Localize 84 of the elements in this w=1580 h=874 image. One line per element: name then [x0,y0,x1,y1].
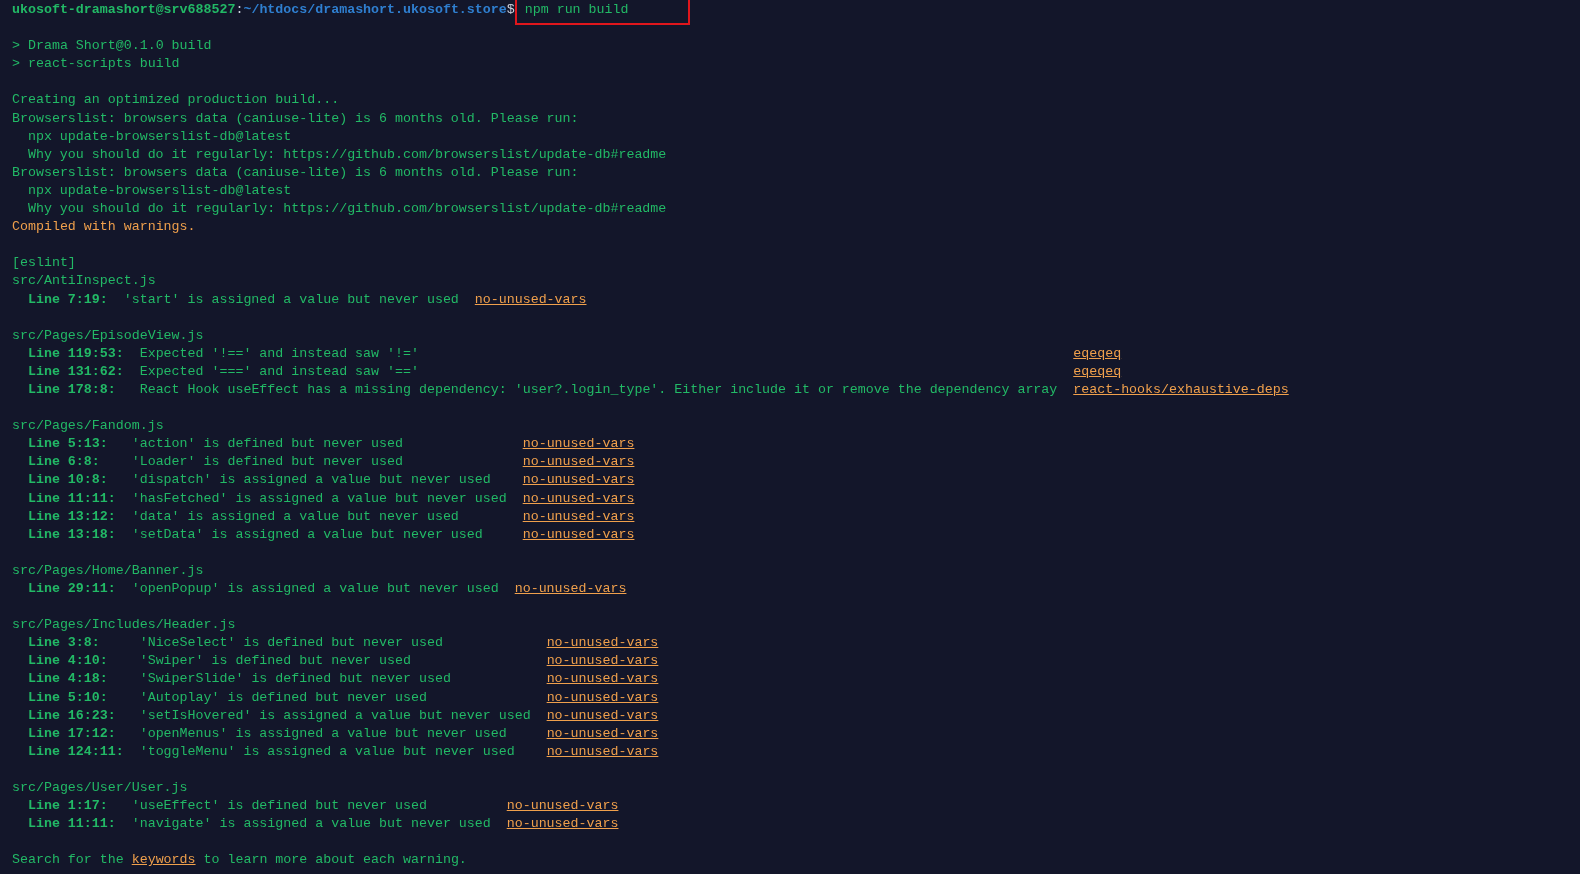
output-line: npx update-browserslist-db@latest [26,127,293,146]
prompt-user-host: ukosoft-dramashort@srv688527 [12,2,236,17]
warning-message: 'hasFetched' is assigned a value but never used [131,489,507,508]
warning-message: 'openMenus' is assigned a value but never used [139,724,508,743]
rule-link[interactable]: eqeqeq [1073,344,1289,363]
warning-position: Line 11:11: [27,815,116,834]
file-path: src/AntiInspect.js [12,272,157,291]
warning-message: Expected '===' and instead saw '==' [139,362,420,381]
warning-message: 'NiceSelect' is defined but never used [139,634,444,653]
warning-position: Line 5:10: [27,688,109,707]
output-line: [eslint] [12,254,77,273]
warning-message: 'setData' is assigned a value but never used [131,525,484,544]
rule-link[interactable]: no-unused-vars [546,634,659,653]
rule-link[interactable]: no-unused-vars [506,797,619,816]
warning-position: Line 10:8: [27,471,109,490]
warning-message: 'Loader' is defined but never used [131,453,404,472]
command-text: npm run build [514,0,691,25]
rule-link[interactable]: no-unused-vars [522,525,635,544]
warning-position: Line 5:13: [27,435,109,454]
warning-position: Line 13:12: [27,507,116,526]
rule-link[interactable]: no-unused-vars [506,815,619,834]
warning-position: Line 16:23: [27,706,117,725]
output-line: Why you should do it regularly: https://github.com/browserslist/update-db#readme [26,200,668,219]
prompt-symbol: $ [506,2,515,17]
rule-link[interactable]: no-unused-vars [546,706,659,725]
warning-message: 'Swiper' is defined but never used [139,652,412,671]
warning-position: Line 11:11: [27,489,116,508]
file-path: src/Pages/Fandom.js [12,417,165,436]
warning-message: 'openPopup' is assigned a value but never used [131,580,499,598]
warning-position: Line 131:62: [27,362,124,381]
warning-message: Expected '!==' and instead saw '!=' [139,344,420,363]
rule-link[interactable]: no-unused-vars [514,580,627,599]
footer-sentence: Search for the keywords to learn more about each warning. [12,851,468,870]
rule-link[interactable]: no-unused-vars [546,652,659,671]
rule-link[interactable]: no-unused-vars [522,489,635,508]
warning-message: 'useEffect' is defined but never used [131,797,428,816]
warning-message: 'navigate' is assigned a value but never used [131,815,491,834]
rule-link[interactable]: no-unused-vars [522,471,635,490]
output-line: Why you should do it regularly: https://github.com/browserslist/update-db#readme [26,145,668,164]
file-path: src/Pages/Home/Banner.js [12,561,205,580]
warning-message: 'dispatch' is assigned a value but never used [131,471,492,490]
output-line: > Drama Short@0.1.0 build [12,37,213,56]
warning-position: Line 6:8: [27,453,101,472]
warning-position: Line 4:18: [27,670,109,689]
rule-link[interactable]: no-unused-vars [474,290,587,309]
rule-link[interactable]: react-hooks/exhaustive-deps [1073,380,1289,400]
warning-position: Line 178:8: [27,380,117,399]
file-path: src/Pages/EpisodeView.js [12,326,205,345]
rule-link[interactable]: no-unused-vars [522,507,635,526]
warning-position: Line 3:8: [27,634,101,653]
file-path: src/Pages/Includes/Header.js [12,616,237,635]
rule-link[interactable]: eqeqeq [1073,362,1289,381]
warning-message: 'action' is defined but never used [131,435,404,454]
warning-position: Line 119:53: [27,344,124,363]
warning-message: 'data' is assigned a value but never used [131,507,460,526]
output-line: Compiled with warnings. [12,218,197,237]
file-path: src/Pages/User/User.js [12,779,189,798]
output-line: Browserslist: browsers data (caniuse-lite) is 6 months old. Please run: [12,109,580,128]
output-line: > react-scripts build [12,55,181,74]
rule-link[interactable]: no-unused-vars [546,742,659,761]
warning-message: 'Autoplay' is defined but never used [139,688,428,707]
keywords-link[interactable]: keywords [131,852,196,868]
rule-link[interactable]: no-unused-vars [522,435,635,454]
warning-position: Line 124:11: [27,742,124,761]
warning-position: Line 13:18: [27,525,116,544]
warning-message: 'setIsHovered' is assigned a value but never used [139,706,531,725]
warning-message: 'start' is assigned a value but never used [123,290,459,309]
warning-position: Line 4:10: [27,652,109,671]
rule-link[interactable]: no-unused-vars [546,724,659,743]
prompt-separator: : [235,2,244,17]
rule-link[interactable]: no-unused-vars [546,670,659,689]
output-line: Creating an optimized production build... [12,91,341,110]
warning-position: Line 1:17: [27,797,109,816]
rule-link[interactable]: no-unused-vars [546,688,659,707]
warning-message: React Hook useEffect has a missing dependency: 'user?.login_type'. Either include it or remove the dependency array [139,380,1058,399]
warning-message: 'SwiperSlide' is defined but never used [139,670,452,689]
prompt-path: ~/htdocs/dramashort.ukosoft.store [243,2,507,17]
warning-message: 'toggleMenu' is assigned a value but never used [139,742,516,761]
output-line: npx update-browserslist-db@latest [26,181,293,200]
warning-position: Line 17:12: [27,724,117,743]
warning-position: Line 29:11: [27,580,116,598]
warning-position: Line 7:19: [27,290,108,309]
rule-link[interactable]: no-unused-vars [522,453,635,472]
output-line: Browserslist: browsers data (caniuse-lite) is 6 months old. Please run: [12,163,580,182]
